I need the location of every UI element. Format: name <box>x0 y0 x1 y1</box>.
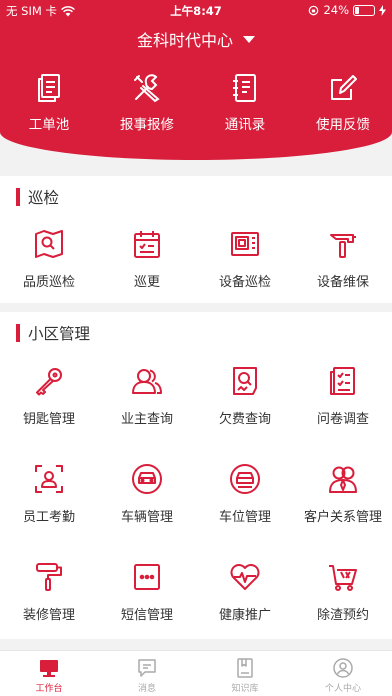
device-panel-icon <box>231 232 259 256</box>
cart-icon <box>329 565 357 591</box>
renovation-management[interactable]: 装修管理 <box>0 560 98 658</box>
crm[interactable]: 客户关系管理 <box>294 462 392 560</box>
location-name: 金科时代中心 <box>136 31 233 50</box>
message-icon <box>138 659 156 677</box>
orientation-lock-icon <box>309 5 319 15</box>
hammer-icon <box>330 234 356 258</box>
parking-management[interactable]: 车位管理 <box>196 462 294 560</box>
grid-label: 除渣预约 <box>316 608 369 623</box>
quick-report-repair[interactable]: 报事报修 <box>98 72 196 133</box>
grid-label: 品质巡检 <box>22 275 75 290</box>
grid-label: 钥匙管理 <box>22 412 75 427</box>
quick-feedback[interactable]: 使用反馈 <box>294 72 392 133</box>
edit-icon <box>331 75 357 100</box>
tab-knowledge-base[interactable]: 知识库 <box>196 651 294 696</box>
patrol-watch[interactable]: 巡更 <box>98 227 196 325</box>
caret-down-icon <box>243 35 255 43</box>
grid-label: 欠费查询 <box>218 412 271 427</box>
user-icon <box>333 658 353 678</box>
section-title-text: 巡检 <box>28 189 60 207</box>
tab-messages[interactable]: 消息 <box>98 651 196 696</box>
desktop-icon <box>40 660 58 677</box>
grid-label: 设备巡检 <box>218 275 271 290</box>
grid-label: 业主查询 <box>120 412 173 427</box>
patrol-section: 巡检 品质巡检 巡更 设备巡检 设备维保 <box>0 176 392 303</box>
bill-search-icon <box>233 367 257 395</box>
battery-percent: 24% <box>323 3 349 17</box>
quick-actions: 工单池 报事报修 通讯录 使用反馈 <box>0 72 392 133</box>
quick-label: 报事报修 <box>120 117 174 133</box>
charging-icon <box>379 4 386 16</box>
key-management[interactable]: 钥匙管理 <box>0 364 98 462</box>
quick-address-book[interactable]: 通讯录 <box>196 72 294 133</box>
grid-label: 车位管理 <box>218 510 271 525</box>
map-search-icon <box>35 230 63 258</box>
tab-bar: 工作台 消息 知识库 个人中心 <box>0 650 392 696</box>
address-book-icon <box>233 74 256 102</box>
health-promotion[interactable]: 健康推广 <box>196 560 294 658</box>
quick-label: 通讯录 <box>224 117 266 133</box>
survey-icon <box>330 367 355 395</box>
tab-label: 消息 <box>137 684 156 694</box>
section-title: 小区管理 <box>16 324 91 343</box>
quick-label: 使用反馈 <box>316 117 370 133</box>
section-title-text: 小区管理 <box>28 325 91 343</box>
tab-label: 工作台 <box>35 684 63 694</box>
tab-label: 个人中心 <box>324 684 361 694</box>
sms-management[interactable]: 短信管理 <box>98 560 196 658</box>
grid-label: 设备维保 <box>316 275 369 290</box>
parking-icon <box>230 464 260 494</box>
arrears-query[interactable]: 欠费查询 <box>196 364 294 462</box>
patrol-quality[interactable]: 品质巡检 <box>0 227 98 325</box>
client-icon <box>329 466 357 493</box>
staff-attendance[interactable]: 员工考勤 <box>0 462 98 560</box>
section-accent-bar <box>16 324 20 342</box>
tab-profile[interactable]: 个人中心 <box>294 651 392 696</box>
quick-label: 工单池 <box>28 117 70 133</box>
heart-pulse-icon <box>230 564 260 590</box>
battery-icon <box>353 4 375 16</box>
status-bar: 无 SIM 卡 上午8:47 24% <box>0 0 392 20</box>
grid-label: 短信管理 <box>120 608 173 623</box>
quick-work-order-pool[interactable]: 工单池 <box>0 72 98 133</box>
calendar-check-icon <box>134 231 160 258</box>
car-icon <box>132 464 162 494</box>
clipboard-icon <box>38 74 60 102</box>
tab-label: 知识库 <box>231 684 259 694</box>
key-icon <box>36 368 62 396</box>
location-selector[interactable]: 金科时代中心 <box>0 27 392 51</box>
section-title: 巡检 <box>16 188 60 207</box>
debris-appointment[interactable]: 除渣预约 <box>294 560 392 658</box>
patrol-device[interactable]: 设备巡检 <box>196 227 294 325</box>
survey[interactable]: 问卷调查 <box>294 364 392 462</box>
section-accent-bar <box>16 188 20 206</box>
grid-label: 车辆管理 <box>120 510 173 525</box>
grid-label: 员工考勤 <box>22 510 75 525</box>
grid-label: 健康推广 <box>218 608 271 623</box>
users-icon <box>132 369 162 394</box>
vehicle-management[interactable]: 车辆管理 <box>98 462 196 560</box>
tools-icon <box>134 74 160 103</box>
grid-label: 巡更 <box>133 275 160 290</box>
book-icon <box>237 658 253 678</box>
grid-label: 装修管理 <box>22 608 75 623</box>
header: 无 SIM 卡 上午8:47 24% 金科时代中心 工单池 报事报修 通讯录 使… <box>0 0 392 160</box>
face-scan-icon <box>35 465 63 493</box>
tab-workbench[interactable]: 工作台 <box>0 651 98 696</box>
patrol-maintenance[interactable]: 设备维保 <box>294 227 392 325</box>
sms-icon <box>134 564 160 590</box>
grid-label: 客户关系管理 <box>303 510 382 525</box>
owner-query[interactable]: 业主查询 <box>98 364 196 462</box>
community-section: 小区管理 钥匙管理 业主查询 欠费查询 问卷调查 员工考勤 车辆管理 车位管理 … <box>0 312 392 639</box>
grid-label: 问卷调查 <box>316 412 369 427</box>
paint-roller-icon <box>36 563 62 591</box>
